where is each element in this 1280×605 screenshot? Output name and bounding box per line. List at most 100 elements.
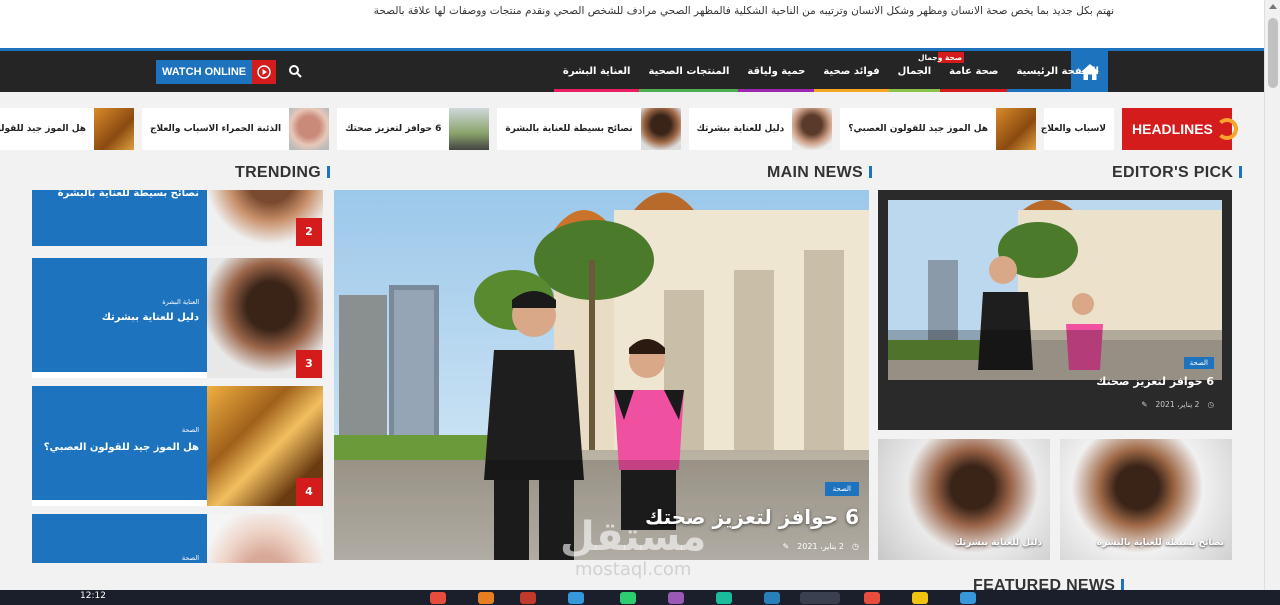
taskbar-app-icon[interactable] (800, 592, 840, 604)
page-scrollbar[interactable] (1264, 0, 1280, 590)
ticker-item-title: الذئبة الحمراء الاسباب والعلاج (150, 124, 282, 134)
trending-item[interactable]: نصائح بسيطة للعناية بالبشرة 2 (32, 190, 323, 246)
watch-online-label: WATCH ONLINE (156, 60, 253, 84)
trending-image (207, 514, 323, 563)
clock-icon: ◷ (852, 542, 859, 551)
nav-item-skin-care[interactable]: العناية البشرة (553, 51, 640, 92)
main-news-title: MAIN NEWS (767, 164, 872, 182)
taskbar-clock: 12:12 (80, 591, 106, 601)
taskbar-app-icon[interactable] (716, 592, 732, 604)
taskbar-app-icon[interactable] (568, 592, 584, 604)
nav-item-health-products[interactable]: المنتجات الصحية (639, 51, 739, 92)
nav-item-label: الجمال (897, 66, 932, 77)
nav-item-general-health[interactable]: صحة وجمال صحة عامة (917, 51, 1008, 92)
ticker-item-title: نصائح بسيطة للعناية بالبشرة (505, 124, 633, 134)
ticker-thumb (640, 108, 681, 150)
trending-item-title: هل الموز جيد للقولون العصبي؟ (43, 442, 199, 453)
nav-item-diet-fitness[interactable]: حمية ولياقة (738, 51, 815, 92)
editors-pick-meta: ◷ 2 يناير، 2021 ✎ (1141, 400, 1214, 409)
taskbar-app-icon[interactable] (478, 592, 494, 604)
editors-pick-card[interactable]: الصحة 6 حوافز لتعزيز صحتك ◷ 2 يناير، 202… (878, 190, 1232, 430)
editors-pick-category[interactable]: الصحة (1183, 357, 1214, 369)
nav-item-beauty[interactable]: الجمال (888, 51, 941, 92)
editors-pick-image (888, 200, 1222, 380)
main-news-meta: ◷ 2 يناير، 2021 ✎ (782, 542, 859, 551)
editors-pick-date: 2 يناير، 2021 (1155, 400, 1200, 409)
headlines-ring-icon (1216, 118, 1238, 140)
main-news-category[interactable]: الصحة (824, 482, 859, 496)
site-description: نهتم بكل جديد بما يخص صحة الانسان ومظهر … (373, 5, 1114, 17)
editors-pick-title: EDITOR'S PICK (1112, 164, 1242, 182)
main-nav: الصفحة الرئيسية صحة وجمال صحة عامة الجما… (0, 48, 1264, 92)
watermark-latin: mostaql.com (574, 559, 692, 580)
ticker-item[interactable]: دليل للعناية ببشرتك (688, 108, 833, 150)
nav-item-label: فوائد صحية (823, 66, 880, 77)
nav-badge: صحة وجمال (917, 52, 965, 63)
trending-item[interactable]: الصحة هل الموز جيد للقولون العصبي؟ 4 (32, 386, 323, 506)
small-card-title[interactable]: دليل للعناية ببشرتك (954, 538, 1042, 548)
ticker-item[interactable]: لاسباب والعلاج (1041, 108, 1114, 150)
ticker-thumb (792, 108, 833, 150)
editors-pick-small-card[interactable]: نصائح بسيطة للعناية بالبشرة (1060, 439, 1232, 560)
nav-item-label: صحة عامة (949, 66, 999, 77)
editors-pick-small-card[interactable]: دليل للعناية ببشرتك (878, 439, 1050, 560)
trending-card-strip (32, 500, 207, 506)
taskbar-app-icon[interactable] (520, 592, 536, 604)
editors-pick-headline[interactable]: 6 حوافز لتعزيز صحتك (1096, 375, 1214, 388)
ticker-item[interactable]: نصائح بسيطة للعناية بالبشرة (497, 108, 681, 150)
trending-rank: 2 (296, 218, 322, 246)
scrollbar-thumb[interactable] (1268, 18, 1278, 88)
edit-icon: ✎ (782, 542, 790, 551)
trending-item-title: نصائح بسيطة للعناية بالبشرة (57, 190, 199, 199)
play-icon (252, 60, 277, 84)
taskbar-app-icon[interactable] (864, 592, 880, 604)
edit-icon: ✎ (1141, 400, 1148, 409)
trending-item-category: الصحة (181, 554, 199, 562)
ticker-thumb (996, 108, 1036, 150)
taskbar-app-icon[interactable] (430, 592, 446, 604)
trending-item[interactable]: الصحة 5 (32, 514, 323, 563)
main-news-card[interactable]: الصحة 6 حوافز لتعزيز صحتك ◷ 2 يناير، 202… (334, 190, 869, 560)
ticker-item[interactable]: الذئبة الحمراء الاسباب والعلاج (142, 108, 330, 150)
watermark-logo: مستقل mostaql.com (560, 515, 706, 580)
ticker-item[interactable]: 6 حوافز لتعزيز صحتك (337, 108, 490, 150)
main-news-date: 2 يناير، 2021 (797, 542, 845, 551)
ticker-item-title: هل الموز جيد للقولون العصبي؟ (848, 124, 988, 134)
page: نهتم بكل جديد بما يخص صحة الانسان ومظهر … (0, 0, 1280, 605)
ticker-item-title: 6 حوافز لتعزيز صحتك (345, 124, 442, 134)
ticker-item-title: لاسباب والعلاج (1040, 124, 1106, 134)
nav-menu: الصفحة الرئيسية صحة وجمال صحة عامة الجما… (553, 51, 1108, 92)
trending-rank: 3 (296, 350, 322, 378)
nav-item-home[interactable]: الصفحة الرئيسية (1007, 51, 1108, 92)
trending-item-category: الصحة (181, 426, 199, 434)
nav-item-health-benefits[interactable]: فوائد صحية (814, 51, 889, 92)
ticker-item-title: هل الموز جيد للقولون العصبي؟ (0, 124, 87, 134)
trending-item-title: دليل للعناية ببشرتك (101, 312, 199, 323)
trending-item-category: العناية البشرة (162, 298, 199, 306)
ticker-item[interactable]: هل الموز جيد للقولون العصبي؟ (0, 108, 135, 150)
trending-item[interactable]: العناية البشرة دليل للعناية ببشرتك 3 (32, 258, 323, 378)
taskbar-app-icon[interactable] (668, 592, 684, 604)
taskbar-app-icon[interactable] (960, 592, 976, 604)
search-icon[interactable] (288, 64, 302, 78)
ticker-thumb (289, 108, 330, 150)
site-header: نهتم بكل جديد بما يخص صحة الانسان ومظهر … (0, 0, 1264, 50)
nav-item-label: العناية البشرة (562, 66, 631, 77)
watermark-arabic: مستقل (560, 514, 707, 560)
taskbar-app-icon[interactable] (912, 592, 928, 604)
small-card-title[interactable]: نصائح بسيطة للعناية بالبشرة (1097, 538, 1224, 548)
taskbar-app-icon[interactable] (620, 592, 636, 604)
ticker-thumb (94, 108, 135, 150)
headlines-ticker: HEADLINES لاسباب والعلاج هل الموز جيد لل… (0, 108, 1238, 150)
ticker-item[interactable]: هل الموز جيد للقولون العصبي؟ (840, 108, 1036, 150)
taskbar-app-icon[interactable] (764, 592, 780, 604)
scroll-up-arrow-icon[interactable] (1269, 4, 1277, 9)
trending-card-strip (32, 372, 207, 378)
clock-icon: ◷ (1207, 400, 1214, 409)
ticker-items: لاسباب والعلاج هل الموز جيد للقولون العص… (0, 108, 1114, 150)
watch-online-button[interactable]: WATCH ONLINE (156, 60, 277, 84)
trending-list: نصائح بسيطة للعناية بالبشرة 2 العناية ال… (32, 190, 323, 563)
nav-item-label: حمية ولياقة (747, 66, 806, 77)
ticker-item-title: دليل للعناية ببشرتك (696, 124, 785, 134)
os-taskbar: 12:12 (0, 590, 1280, 605)
